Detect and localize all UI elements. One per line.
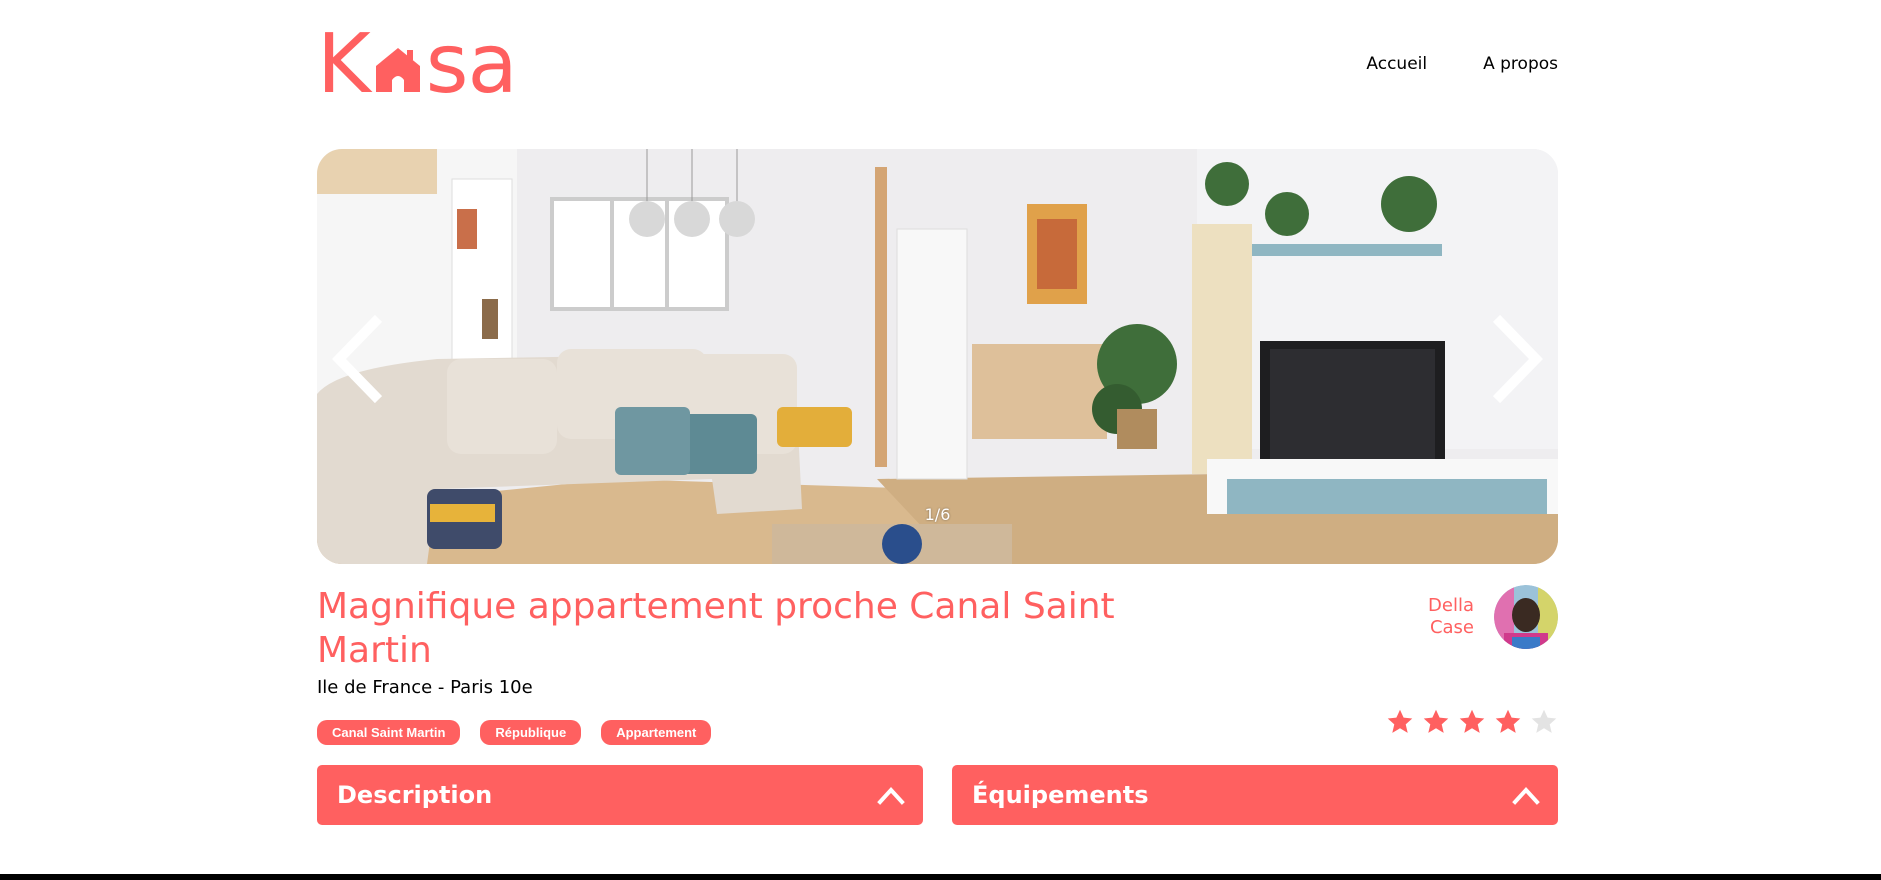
host-last-name: Case bbox=[1429, 617, 1474, 638]
host-first-name: Della bbox=[1428, 595, 1474, 616]
nav-link-a-propos[interactable]: A propos bbox=[1483, 54, 1558, 74]
house-icon bbox=[375, 48, 420, 92]
listing-location: Ile de France - Paris 10e bbox=[317, 677, 533, 698]
star-filled-icon bbox=[1495, 709, 1521, 733]
collapse-equipements-title: Équipements bbox=[972, 781, 1149, 809]
logo-letters-sa: sa bbox=[425, 17, 518, 112]
tag-list: Canal Saint Martin République Appartemen… bbox=[317, 720, 712, 745]
host-name: Della Case bbox=[1428, 595, 1474, 639]
collapse-description[interactable]: Description bbox=[317, 765, 923, 825]
page: K sa Accueil A propos 1/6 Magnifique app… bbox=[317, 0, 1558, 876]
kasa-logo[interactable]: K sa bbox=[317, 17, 531, 112]
nav-link-accueil[interactable]: Accueil bbox=[1366, 54, 1427, 74]
carousel-counter: 1/6 bbox=[924, 505, 951, 524]
carousel-next-button[interactable] bbox=[1490, 314, 1546, 404]
star-filled-icon bbox=[1423, 709, 1449, 733]
star-filled-icon bbox=[1459, 709, 1485, 733]
tag: Canal Saint Martin bbox=[317, 720, 461, 745]
header: K sa Accueil A propos bbox=[317, 17, 1558, 112]
collapse-description-title: Description bbox=[337, 781, 493, 809]
logo-letter-k: K bbox=[317, 17, 371, 112]
carousel-prev-button[interactable] bbox=[329, 314, 385, 404]
star-filled-icon bbox=[1387, 709, 1413, 733]
star-empty-icon bbox=[1531, 709, 1557, 733]
chevron-up-icon[interactable] bbox=[877, 785, 905, 805]
collapse-equipements[interactable]: Équipements bbox=[952, 765, 1558, 825]
page-bottom-bar bbox=[0, 874, 1881, 880]
apartment-photo bbox=[317, 149, 1558, 564]
photo-carousel: 1/6 bbox=[317, 149, 1558, 564]
main-nav: Accueil A propos bbox=[1366, 54, 1558, 74]
tag: République bbox=[480, 720, 582, 745]
chevron-up-icon[interactable] bbox=[1512, 785, 1540, 805]
rating-stars bbox=[1386, 708, 1558, 736]
avatar bbox=[1494, 585, 1558, 649]
listing-title: Magnifique appartement proche Canal Sain… bbox=[317, 586, 1115, 671]
host-info: Della Case bbox=[1428, 585, 1558, 649]
tag: Appartement bbox=[601, 720, 712, 745]
